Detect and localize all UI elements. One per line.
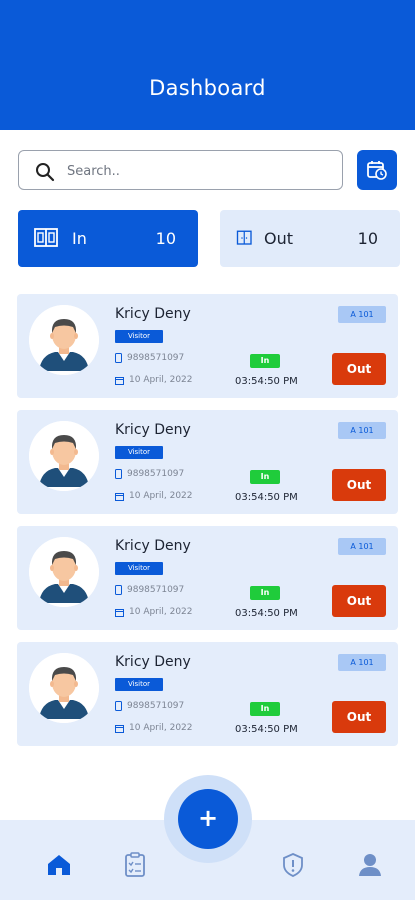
status-badge: In	[250, 470, 280, 484]
search-bar[interactable]	[18, 150, 343, 190]
room-badge: A 101	[338, 654, 386, 671]
visitor-type-badge: Visitor	[115, 330, 163, 343]
visit-time: 03:54:50 PM	[235, 608, 298, 619]
phone-number: 9898571097	[127, 701, 185, 711]
phone-icon	[115, 701, 122, 711]
visitor-phone: 9898571097	[115, 585, 184, 595]
check-out-button[interactable]: Out	[332, 585, 386, 617]
door-in-icon	[34, 228, 58, 247]
room-badge: A 101	[338, 422, 386, 439]
visitor-name: Kricy Deny	[115, 538, 191, 554]
visitor-card[interactable]: Kricy Deny Visitor 9898571097 10 April, …	[17, 642, 398, 746]
check-out-button[interactable]: Out	[332, 469, 386, 501]
visitor-phone: 9898571097	[115, 353, 184, 363]
visitor-type-badge: Visitor	[115, 562, 163, 575]
visitor-date: 10 April, 2022	[115, 607, 193, 617]
visitor-type-badge: Visitor	[115, 678, 163, 691]
visit-date: 10 April, 2022	[129, 375, 193, 385]
phone-number: 9898571097	[127, 585, 185, 595]
room-badge: A 101	[338, 306, 386, 323]
visitor-phone: 9898571097	[115, 701, 184, 711]
add-visitor-button[interactable]: +	[178, 789, 238, 849]
calendar-icon	[115, 376, 124, 385]
user-icon	[359, 854, 381, 876]
check-out-button[interactable]: Out	[332, 701, 386, 733]
visit-date: 10 April, 2022	[129, 723, 193, 733]
clipboard-icon	[125, 852, 145, 877]
nav-profile[interactable]	[355, 850, 385, 880]
status-badge: In	[250, 702, 280, 716]
visitor-card[interactable]: Kricy Deny Visitor 9898571097 10 April, …	[17, 294, 398, 398]
visitor-date: 10 April, 2022	[115, 375, 193, 385]
home-icon	[48, 855, 70, 875]
visit-time: 03:54:50 PM	[235, 376, 298, 387]
status-badge: In	[250, 586, 280, 600]
app-header: Dashboard	[0, 0, 415, 130]
phone-icon	[115, 585, 122, 595]
visit-time: 03:54:50 PM	[235, 492, 298, 503]
visit-date: 10 April, 2022	[129, 491, 193, 501]
checked-out-count: 10	[357, 229, 378, 248]
nav-home[interactable]	[44, 850, 74, 880]
checked-in-card[interactable]: In 10	[18, 210, 198, 267]
visitor-card[interactable]: Kricy Deny Visitor 9898571097 10 April, …	[17, 526, 398, 630]
nav-security[interactable]	[278, 850, 308, 880]
visit-time: 03:54:50 PM	[235, 724, 298, 735]
calendar-icon	[115, 724, 124, 733]
checked-in-count: 10	[155, 229, 176, 248]
calendar-icon	[115, 608, 124, 617]
calendar-icon	[115, 492, 124, 501]
visitor-phone: 9898571097	[115, 469, 184, 479]
avatar	[29, 421, 99, 491]
person-avatar-icon	[29, 305, 99, 375]
door-out-icon	[236, 230, 252, 245]
phone-icon	[115, 353, 122, 363]
checked-out-card[interactable]: Out 10	[220, 210, 400, 267]
visitor-name: Kricy Deny	[115, 654, 191, 670]
check-out-button[interactable]: Out	[332, 353, 386, 385]
person-avatar-icon	[29, 421, 99, 491]
avatar	[29, 305, 99, 375]
status-badge: In	[250, 354, 280, 368]
page-title: Dashboard	[149, 76, 266, 100]
person-avatar-icon	[29, 537, 99, 607]
calendar-filter-button[interactable]	[357, 150, 397, 190]
person-avatar-icon	[29, 653, 99, 723]
visitor-name: Kricy Deny	[115, 306, 191, 322]
visitor-type-badge: Visitor	[115, 446, 163, 459]
calendar-clock-icon	[367, 161, 387, 180]
phone-icon	[115, 469, 122, 479]
visitor-name: Kricy Deny	[115, 422, 191, 438]
search-input[interactable]	[67, 160, 327, 182]
search-icon	[36, 163, 55, 182]
avatar	[29, 537, 99, 607]
visitor-list: Kricy Deny Visitor 9898571097 10 April, …	[17, 294, 398, 758]
nav-records[interactable]	[120, 850, 150, 880]
shield-icon	[283, 853, 303, 877]
visitor-card[interactable]: Kricy Deny Visitor 9898571097 10 April, …	[17, 410, 398, 514]
visitor-date: 10 April, 2022	[115, 491, 193, 501]
avatar	[29, 653, 99, 723]
visit-date: 10 April, 2022	[129, 607, 193, 617]
room-badge: A 101	[338, 538, 386, 555]
checked-in-label: In	[72, 229, 87, 248]
checked-out-label: Out	[264, 229, 294, 248]
phone-number: 9898571097	[127, 353, 185, 363]
phone-number: 9898571097	[127, 469, 185, 479]
visitor-date: 10 April, 2022	[115, 723, 193, 733]
